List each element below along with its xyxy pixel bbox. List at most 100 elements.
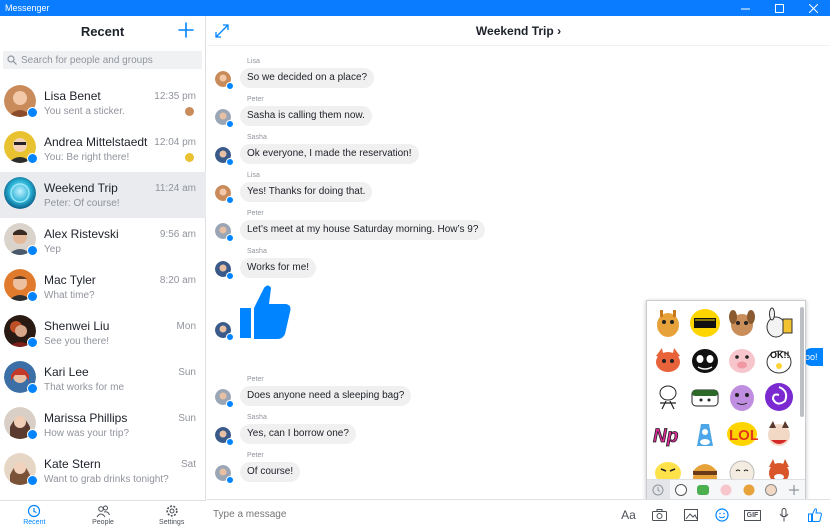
conversation-time: Sun — [178, 413, 196, 424]
text-format-button[interactable]: Aa — [613, 500, 644, 529]
sticker-dog[interactable] — [725, 306, 759, 340]
chat-title-text: Weekend Trip — [475, 23, 554, 38]
like-button[interactable] — [799, 500, 830, 529]
message-bubble[interactable]: Let’s meet at my house Saturday morning.… — [240, 220, 486, 240]
chevron-right-icon: › — [557, 23, 562, 38]
sticker-purple-swirl[interactable] — [762, 380, 796, 414]
search-icon — [7, 55, 17, 65]
composer-tools: Aa GIF — [613, 500, 830, 529]
message-sender: Peter — [247, 210, 264, 217]
nav-recent[interactable]: Recent — [0, 501, 69, 529]
window-controls — [728, 0, 830, 16]
message-bubble[interactable]: Yes! Thanks for doing that. — [240, 182, 373, 202]
gif-button[interactable]: GIF — [737, 500, 768, 529]
expand-icon[interactable] — [215, 24, 229, 38]
message-input[interactable] — [213, 509, 373, 520]
chat-title[interactable]: Weekend Trip › — [476, 24, 561, 38]
conversation-name: Kari Lee — [44, 365, 89, 379]
sticker-black-cat[interactable] — [688, 343, 722, 377]
messenger-badge-icon — [27, 337, 38, 348]
maximize-button[interactable] — [762, 0, 796, 16]
message-sender: Peter — [247, 376, 264, 383]
sticker-tabs — [647, 479, 805, 499]
messenger-badge-icon — [226, 234, 234, 242]
sticker-tab-pack-3[interactable] — [715, 480, 738, 499]
sticker-tab-recent[interactable] — [647, 480, 670, 499]
conversation-item-marissa-phillips[interactable]: Marissa Phillips How was your trip? Sun — [0, 402, 206, 448]
conversation-item-weekend-trip[interactable]: Weekend Trip Peter: Of course! 11:24 am — [0, 172, 206, 218]
message-bubble[interactable]: Ok everyone, I made the reservation! — [240, 144, 419, 164]
sticker-button[interactable] — [706, 500, 737, 529]
search-input[interactable]: Search for people and groups — [3, 51, 202, 69]
conversation-time: 12:04 pm — [154, 137, 196, 148]
conversation-item-mac-tyler[interactable]: Mac Tyler What time? 8:20 am — [0, 264, 206, 310]
message-bubble[interactable]: Of course! — [240, 462, 301, 482]
message-bubble[interactable]: Does anyone need a sleeping bag? — [240, 386, 412, 406]
nav-settings[interactable]: Settings — [137, 501, 206, 529]
conversation-item-andrea-mittelstaedt[interactable]: Andrea Mittelstaedt You: Be right there!… — [0, 126, 206, 172]
message-bubble[interactable]: So we decided on a place? — [240, 68, 375, 88]
sticker-tab-pack-2[interactable] — [692, 480, 715, 499]
message-sender: Sasha — [247, 248, 267, 255]
sticker-scrollbar[interactable] — [800, 307, 804, 417]
svg-text:Np: Np — [653, 426, 678, 447]
thumbs-up-icon — [807, 508, 822, 522]
photo-button[interactable] — [675, 500, 706, 529]
search-placeholder: Search for people and groups — [21, 54, 153, 66]
sticker-tab-pack-5[interactable] — [760, 480, 783, 499]
sticker-pack-icon — [674, 483, 687, 496]
conversation-name: Shenwei Liu — [44, 319, 110, 333]
microphone-icon — [779, 508, 788, 522]
conversation-preview: What time? — [44, 290, 95, 301]
conversation-item-kate-stern[interactable]: Kate Stern Want to grab drinks tonight? … — [0, 448, 206, 494]
sticker-store-button[interactable] — [782, 480, 805, 499]
nav-people[interactable]: People — [69, 501, 138, 529]
chat-header: Weekend Trip › — [207, 16, 830, 46]
sticker-sushi[interactable] — [688, 380, 722, 414]
thumbs-up-icon[interactable] — [240, 284, 292, 340]
close-button[interactable] — [796, 0, 830, 16]
sticker-ok[interactable]: OK!! — [762, 343, 796, 377]
conversation-preview: Peter: Of course! — [44, 198, 120, 209]
conversation-item-shenwei-liu[interactable]: Shenwei Liu See you there! Mon — [0, 310, 206, 356]
message-bubble[interactable]: Yes, can I borrow one? — [240, 424, 356, 444]
minimize-icon — [740, 8, 750, 9]
message-sender: Lisa — [247, 58, 260, 65]
message-bubble[interactable]: Sasha is calling them now. — [240, 106, 372, 126]
sticker-lol[interactable]: LOL — [725, 417, 759, 451]
gear-icon — [166, 505, 178, 517]
conversation-item-lisa-benet[interactable]: Lisa Benet You sent a sticker. 12:35 pm — [0, 80, 206, 126]
clock-icon — [28, 504, 41, 518]
clock-icon — [652, 484, 664, 495]
sticker-pack-icon — [765, 483, 778, 496]
sticker-np[interactable]: Np — [651, 417, 685, 451]
conversation-name: Marissa Phillips — [44, 411, 128, 425]
conversation-name: Kate Stern — [44, 457, 101, 471]
sticker-omg[interactable] — [688, 306, 722, 340]
compose-plus-icon[interactable] — [177, 21, 195, 39]
sticker-cat-red[interactable] — [762, 417, 796, 451]
messenger-badge-icon — [27, 153, 38, 164]
messenger-badge-icon — [226, 196, 234, 204]
conversation-preview: See you there! — [44, 336, 110, 347]
sent-message-bubble[interactable]: oo! — [803, 348, 823, 366]
sticker-doodle[interactable] — [651, 380, 685, 414]
messenger-badge-icon — [226, 82, 234, 90]
sticker-blue-creature[interactable] — [688, 417, 722, 451]
plus-icon — [788, 484, 799, 495]
sticker-pig[interactable] — [725, 343, 759, 377]
microphone-button[interactable] — [768, 500, 799, 529]
sticker-tab-pack-1[interactable] — [670, 480, 693, 499]
conversation-item-alex-ristevski[interactable]: Alex Ristevski Yep 9:56 am — [0, 218, 206, 264]
sticker-tab-pack-4[interactable] — [737, 480, 760, 499]
message-bubble[interactable]: Works for me! — [240, 258, 317, 278]
conversation-item-kari-lee[interactable]: Kari Lee That works for me Sun — [0, 356, 206, 402]
conversation-list: Lisa Benet You sent a sticker. 12:35 pm … — [0, 80, 206, 494]
sticker-fox[interactable] — [651, 343, 685, 377]
sticker-giraffe[interactable] — [651, 306, 685, 340]
messenger-badge-icon — [226, 476, 234, 484]
camera-button[interactable] — [644, 500, 675, 529]
sticker-purple-blob[interactable] — [725, 380, 759, 414]
minimize-button[interactable] — [728, 0, 762, 16]
sticker-bunny-beer[interactable] — [762, 306, 796, 340]
